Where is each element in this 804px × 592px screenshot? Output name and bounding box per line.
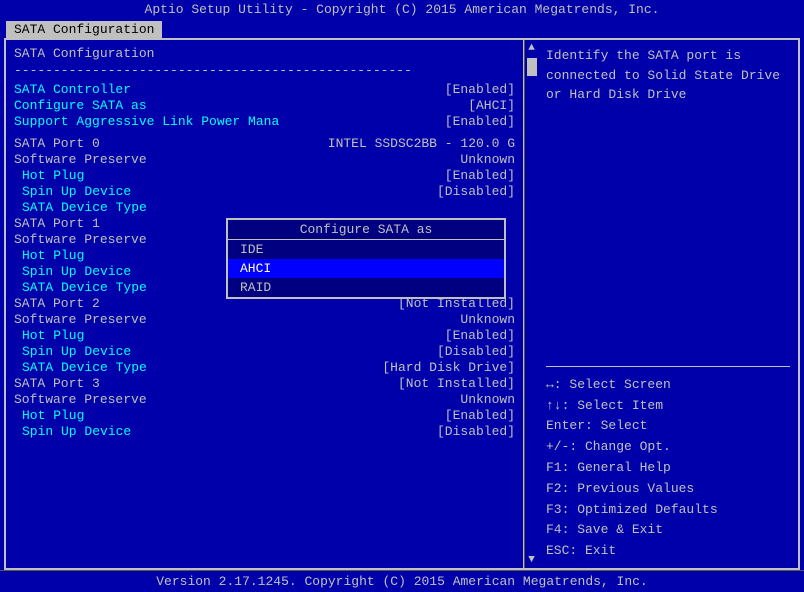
- port0-spinup-val: [Disabled]: [437, 184, 515, 199]
- port2-spinup-row[interactable]: Spin Up Device [Disabled]: [14, 344, 515, 359]
- configure-sata-dropdown[interactable]: Configure SATA as IDE AHCI RAID: [226, 218, 506, 299]
- port3-spinup-label: Spin Up Device: [14, 424, 131, 439]
- configure-sata-label: Configure SATA as: [14, 98, 147, 113]
- aggressive-link-label: Support Aggressive Link Power Mana: [14, 114, 279, 129]
- port0-hotplug-row[interactable]: Hot Plug [Enabled]: [14, 168, 515, 183]
- dropdown-title: Configure SATA as: [228, 220, 504, 240]
- port2-sw-preserve-val: Unknown: [460, 312, 515, 327]
- configure-sata-row[interactable]: Configure SATA as [AHCI]: [14, 98, 515, 113]
- dropdown-item-raid[interactable]: RAID: [228, 278, 504, 297]
- port2-devtype-val: [Hard Disk Drive]: [382, 360, 515, 375]
- scrollbar[interactable]: ▲ ▼: [524, 40, 538, 568]
- port2-spinup-val: [Disabled]: [437, 344, 515, 359]
- port2-hotplug-row[interactable]: Hot Plug [Enabled]: [14, 328, 515, 343]
- port0-drive: INTEL SSDSC2BB - 120.0 G: [328, 136, 515, 151]
- port3-sw-preserve-label: Software Preserve: [14, 392, 147, 407]
- port0-devtype-row[interactable]: SATA Device Type: [14, 200, 515, 215]
- port1-spinup-label: Spin Up Device: [14, 264, 131, 279]
- sata-config-tab[interactable]: SATA Configuration: [6, 21, 162, 38]
- title-bar: Aptio Setup Utility - Copyright (C) 2015…: [0, 0, 804, 19]
- scroll-down-arrow[interactable]: ▼: [526, 552, 537, 568]
- tab-row: SATA Configuration: [0, 19, 804, 38]
- port2-spinup-label: Spin Up Device: [14, 344, 131, 359]
- port0-spinup-label: Spin Up Device: [14, 184, 131, 199]
- key-esc-exit: ESC: Exit: [546, 541, 790, 562]
- port0-spinup-row[interactable]: Spin Up Device [Disabled]: [14, 184, 515, 199]
- port3-hotplug-label: Hot Plug: [14, 408, 84, 423]
- key-previous-values: F2: Previous Values: [546, 479, 790, 500]
- left-panel: SATA Configuration ---------------------…: [6, 40, 524, 568]
- port0-hotplug-val: [Enabled]: [445, 168, 515, 183]
- port3-title: SATA Port 3 [Not Installed]: [14, 376, 515, 391]
- port0-sw-preserve-label: Software Preserve: [14, 152, 147, 167]
- key-help-divider: [546, 366, 790, 367]
- port1-sw-preserve-label: Software Preserve: [14, 232, 147, 247]
- configure-sata-value: [AHCI]: [468, 98, 515, 113]
- key-change-opt: +/-: Change Opt.: [546, 437, 790, 458]
- key-general-help: F1: General Help: [546, 458, 790, 479]
- key-optimized-defaults: F3: Optimized Defaults: [546, 500, 790, 521]
- port1-hotplug-label: Hot Plug: [14, 248, 84, 263]
- key-help: ↔: Select Screen ↑↓: Select Item Enter: …: [546, 375, 790, 562]
- dropdown-item-ahci[interactable]: AHCI: [228, 259, 504, 278]
- port3-sw-preserve-row: Software Preserve Unknown: [14, 392, 515, 407]
- port3-spinup-val: [Disabled]: [437, 424, 515, 439]
- port3-hotplug-row[interactable]: Hot Plug [Enabled]: [14, 408, 515, 423]
- port2-devtype-label: SATA Device Type: [14, 360, 147, 375]
- port2-hotplug-val: [Enabled]: [445, 328, 515, 343]
- port3-not-installed: [Not Installed]: [398, 376, 515, 391]
- footer: Version 2.17.1245. Copyright (C) 2015 Am…: [0, 570, 804, 592]
- divider: ----------------------------------------…: [14, 63, 515, 78]
- port3-sw-preserve-val: Unknown: [460, 392, 515, 407]
- key-enter-select: Enter: Select: [546, 416, 790, 437]
- sata-controller-label: SATA Controller: [14, 82, 131, 97]
- main-content: SATA Configuration ---------------------…: [4, 38, 800, 570]
- key-select-screen: ↔: Select Screen: [546, 375, 790, 396]
- port0-devtype-label: SATA Device Type: [14, 200, 147, 215]
- port2-hotplug-label: Hot Plug: [14, 328, 84, 343]
- sata-controller-row[interactable]: SATA Controller [Enabled]: [14, 82, 515, 97]
- right-panel: Identify the SATA port is connected to S…: [538, 40, 798, 568]
- port0-sw-preserve-val: Unknown: [460, 152, 515, 167]
- title-text: Aptio Setup Utility - Copyright (C) 2015…: [145, 2, 660, 17]
- port1-devtype-label: SATA Device Type: [14, 280, 147, 295]
- port0-sw-preserve-row: Software Preserve Unknown: [14, 152, 515, 167]
- port3-hotplug-val: [Enabled]: [445, 408, 515, 423]
- port0-title: SATA Port 0 INTEL SSDSC2BB - 120.0 G: [14, 136, 515, 151]
- sata-controller-value: [Enabled]: [445, 82, 515, 97]
- key-select-item: ↑↓: Select Item: [546, 396, 790, 417]
- port0-hotplug-label: Hot Plug: [14, 168, 84, 183]
- section-title: SATA Configuration: [14, 46, 515, 61]
- port3-spinup-row[interactable]: Spin Up Device [Disabled]: [14, 424, 515, 439]
- dropdown-item-ide[interactable]: IDE: [228, 240, 504, 259]
- port2-sw-preserve-row: Software Preserve Unknown: [14, 312, 515, 327]
- scroll-up-arrow[interactable]: ▲: [526, 40, 537, 56]
- scroll-thumb[interactable]: [527, 58, 537, 76]
- port2-sw-preserve-label: Software Preserve: [14, 312, 147, 327]
- key-save-exit: F4: Save & Exit: [546, 520, 790, 541]
- help-text: Identify the SATA port is connected to S…: [546, 46, 790, 354]
- aggressive-link-row[interactable]: Support Aggressive Link Power Mana [Enab…: [14, 114, 515, 129]
- footer-text: Version 2.17.1245. Copyright (C) 2015 Am…: [156, 574, 647, 589]
- aggressive-link-value: [Enabled]: [445, 114, 515, 129]
- port2-devtype-row[interactable]: SATA Device Type [Hard Disk Drive]: [14, 360, 515, 375]
